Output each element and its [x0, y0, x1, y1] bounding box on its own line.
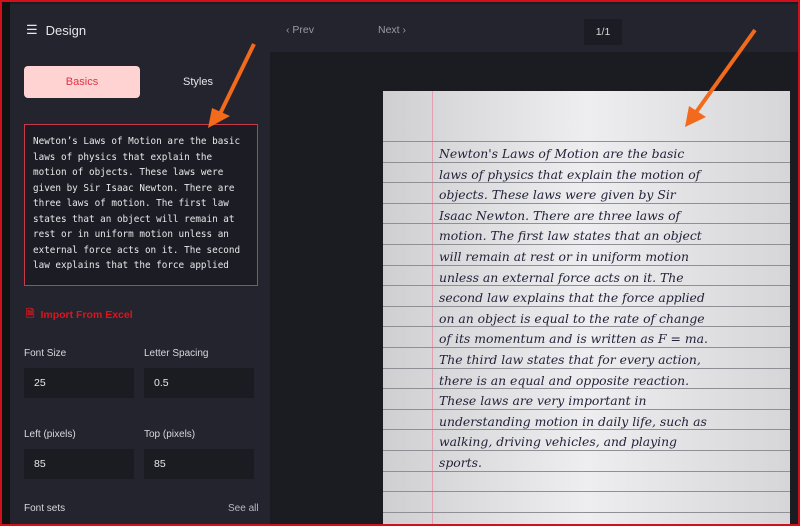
arrow-icon	[685, 28, 757, 127]
annotation-arrows	[208, 28, 757, 128]
arrow-icon	[208, 43, 256, 128]
